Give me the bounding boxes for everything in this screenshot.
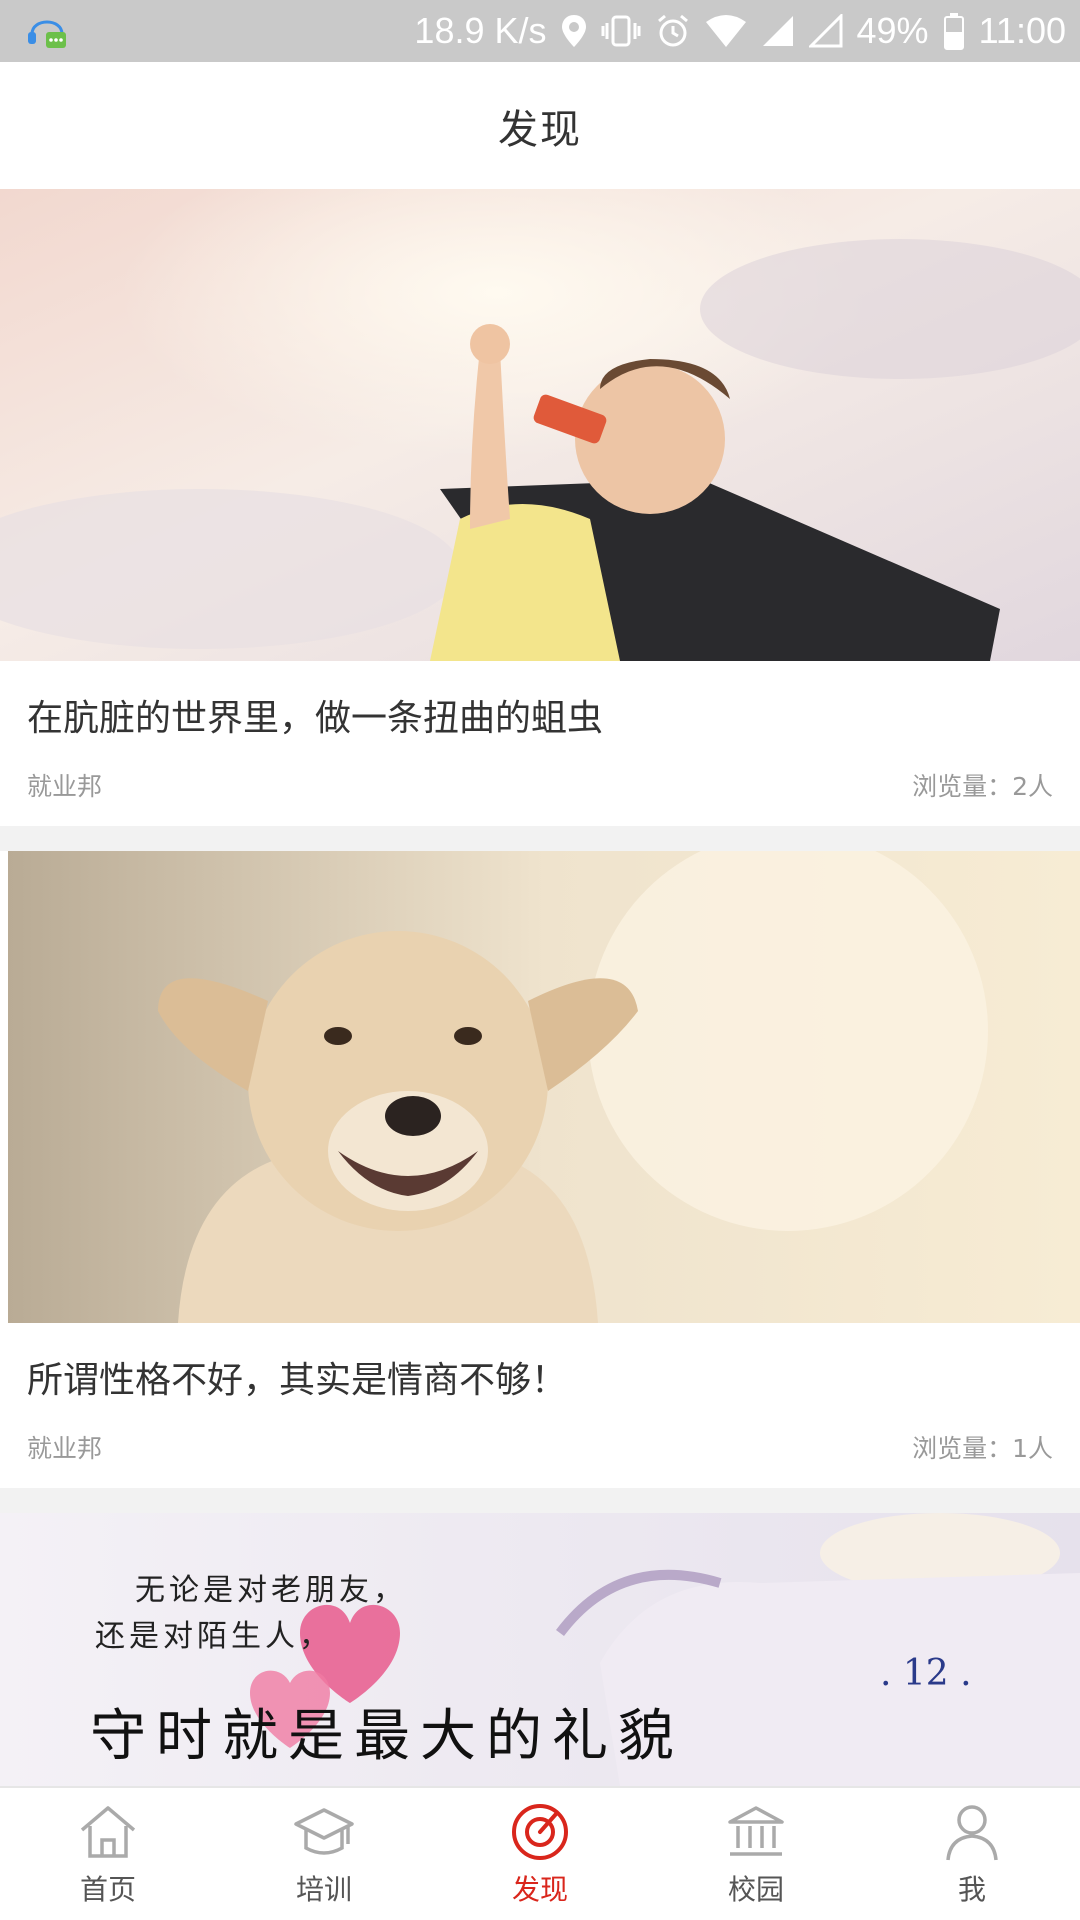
tab-label: 首页	[79, 1873, 136, 1906]
article-source: 就业邦	[27, 1434, 103, 1463]
image-caption-line-2: 还是对陌生人，	[95, 1619, 333, 1654]
article-image[interactable]	[8, 851, 1080, 1323]
article-title[interactable]: 所谓性格不好，其实是情商不够！	[27, 1351, 567, 1403]
article-card[interactable]: 在肮脏的世界里，做一条扭曲的蛆虫 就业邦 浏览量：2人	[0, 189, 1080, 826]
chat-notification-icon	[24, 8, 70, 54]
tab-training[interactable]: 培训	[216, 1788, 432, 1920]
campus-building-icon	[728, 1806, 784, 1856]
article-view-count: 浏览量：1人	[912, 1434, 1053, 1463]
article-image[interactable]: 无论是对老朋友， 还是对陌生人， 守时就是最大的礼貌 . 12 .	[0, 1513, 1080, 1786]
wifi-icon	[705, 14, 747, 48]
battery-percent: 49%	[856, 10, 929, 51]
page-title: 发现	[498, 106, 582, 153]
tab-label: 我	[957, 1873, 986, 1906]
graduation-cap-icon	[294, 1808, 354, 1855]
image-clock-mark: . 12 .	[880, 1653, 972, 1694]
tab-label: 校园	[727, 1873, 784, 1906]
signal-icon	[761, 14, 795, 48]
article-card[interactable]: 所谓性格不好，其实是情商不够！ 就业邦 浏览量：1人	[0, 851, 1080, 1488]
status-bar: 18.9 K/s 49% 11:00	[0, 0, 1080, 62]
tab-me[interactable]: 我	[864, 1788, 1080, 1920]
discover-icon	[512, 1804, 568, 1860]
article-image[interactable]	[0, 189, 1080, 661]
alarm-icon	[655, 13, 691, 49]
vibrate-icon	[601, 14, 641, 48]
tab-label: 培训	[295, 1873, 352, 1906]
article-card[interactable]: 无论是对老朋友， 还是对陌生人， 守时就是最大的礼貌 . 12 .	[0, 1513, 1080, 1786]
tab-campus[interactable]: 校园	[648, 1788, 864, 1920]
bottom-tab-bar: 首页 培训 发现 校园 我	[0, 1786, 1080, 1920]
home-icon	[80, 1806, 136, 1858]
user-icon	[946, 1805, 998, 1861]
network-speed: 18.9 K/s	[414, 10, 547, 51]
clock-time: 11:00	[978, 10, 1066, 51]
article-view-count: 浏览量：2人	[912, 772, 1053, 801]
tab-label: 发现	[511, 1873, 568, 1906]
page-header: 发现	[0, 62, 1080, 189]
image-caption-line-1: 无论是对老朋友，	[135, 1573, 407, 1608]
article-feed[interactable]: 在肮脏的世界里，做一条扭曲的蛆虫 就业邦 浏览量：2人 所谓性格不好，其实是情商…	[0, 189, 1080, 1786]
location-icon	[561, 14, 587, 48]
article-title[interactable]: 在肮脏的世界里，做一条扭曲的蛆虫	[27, 689, 603, 741]
image-caption-headline: 守时就是最大的礼貌	[90, 1704, 684, 1769]
tab-home[interactable]: 首页	[0, 1788, 216, 1920]
article-source: 就业邦	[27, 772, 103, 801]
signal-secondary-icon	[808, 14, 843, 48]
battery-icon	[943, 12, 965, 50]
tab-discover[interactable]: 发现	[432, 1788, 648, 1920]
